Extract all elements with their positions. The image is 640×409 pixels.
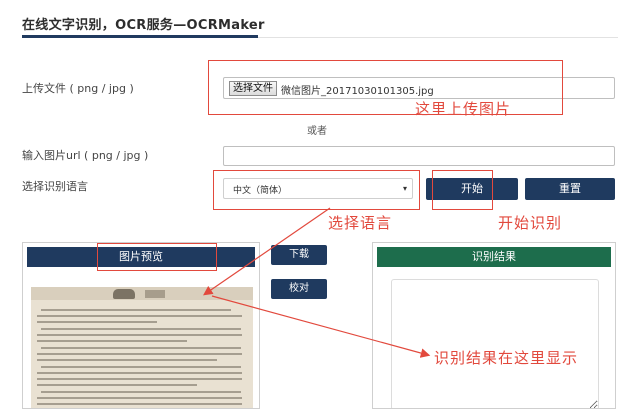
arrow-to-result	[211, 295, 431, 358]
arrow-to-preview	[203, 207, 331, 296]
annotation-arrows	[203, 207, 431, 358]
